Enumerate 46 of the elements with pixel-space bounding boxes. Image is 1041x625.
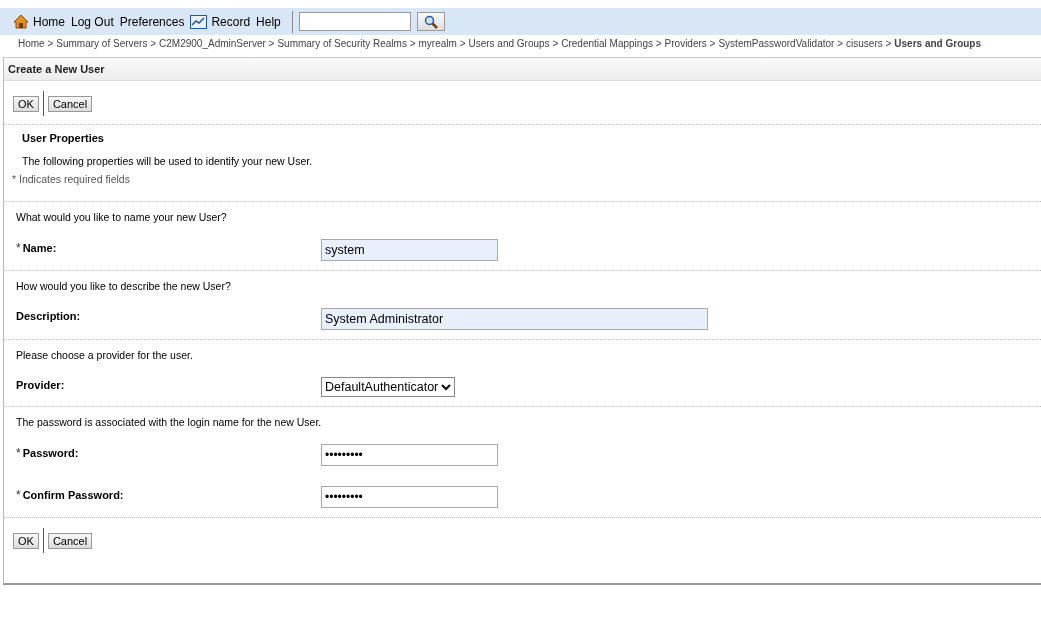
section-question: How would you like to describe the new User? — [15, 279, 232, 292]
required-mark: * — [16, 446, 21, 460]
field-label: Password: — [22, 447, 79, 459]
field-label: Name: — [22, 242, 57, 254]
breadcrumb-link[interactable]: Home > — [18, 38, 54, 53]
ok-button[interactable]: OK — [13, 532, 39, 549]
search-icon — [423, 14, 438, 29]
section-heading: User Properties — [21, 131, 105, 144]
breadcrumb-link[interactable]: Providers > — [664, 38, 716, 53]
toolbar-link[interactable]: Preferences — [119, 14, 185, 29]
breadcrumb-link[interactable]: Credential Mappings > — [561, 38, 662, 53]
search-button[interactable] — [416, 12, 445, 31]
breadcrumb-link[interactable]: Summary of Servers > — [56, 38, 157, 53]
home-icon — [13, 14, 29, 29]
provider-dropdown[interactable]: DefaultAuthenticator — [321, 377, 456, 397]
section-question: What would you like to name your new User? — [15, 210, 228, 223]
cancel-button[interactable]: Cancel — [47, 532, 93, 549]
section-question: The password is associated with the login name for the new User. — [15, 415, 323, 428]
chart-icon — [190, 14, 208, 29]
required-mark: * — [16, 241, 21, 255]
toolbar-link[interactable]: Help — [256, 14, 281, 29]
search-field[interactable] — [298, 12, 411, 31]
section-question: Please choose a provider for the user. — [15, 348, 194, 361]
password-field[interactable]: ••••••••• — [321, 486, 498, 508]
breadcrumb-link[interactable]: myrealm > — [418, 38, 466, 53]
panel-title: Create a New User — [4, 58, 1041, 81]
caret-icon — [441, 383, 452, 391]
password-field[interactable]: ••••••••• — [321, 444, 498, 466]
breadcrumb-link[interactable]: cisusers > — [846, 38, 892, 53]
text-field[interactable]: system — [321, 239, 498, 261]
breadcrumb-link[interactable]: Summary of Security Realms > — [277, 38, 416, 53]
required-note: * Indicates required fields — [11, 172, 131, 187]
cancel-button[interactable]: Cancel — [47, 95, 93, 112]
field-label: Provider: — [16, 379, 65, 391]
breadcrumb-link[interactable]: Users and Groups > — [468, 38, 559, 53]
field-label: Description: — [16, 310, 81, 322]
text-field[interactable]: System Administrator — [321, 308, 708, 330]
toolbar-link[interactable]: Log Out — [71, 14, 114, 29]
field-label: Confirm Password: — [22, 489, 124, 501]
breadcrumb-link[interactable]: SystemPasswordValidator > — [718, 38, 844, 53]
toolbar-link[interactable]: Record — [211, 14, 251, 29]
breadcrumb-link[interactable]: C2M2900_AdminServer > — [159, 38, 275, 53]
toolbar-link[interactable]: Home — [33, 14, 65, 29]
ok-button[interactable]: OK — [13, 95, 39, 112]
intro-text: The following properties will be used to identify your new User. — [21, 154, 314, 167]
required-mark: * — [16, 488, 21, 502]
